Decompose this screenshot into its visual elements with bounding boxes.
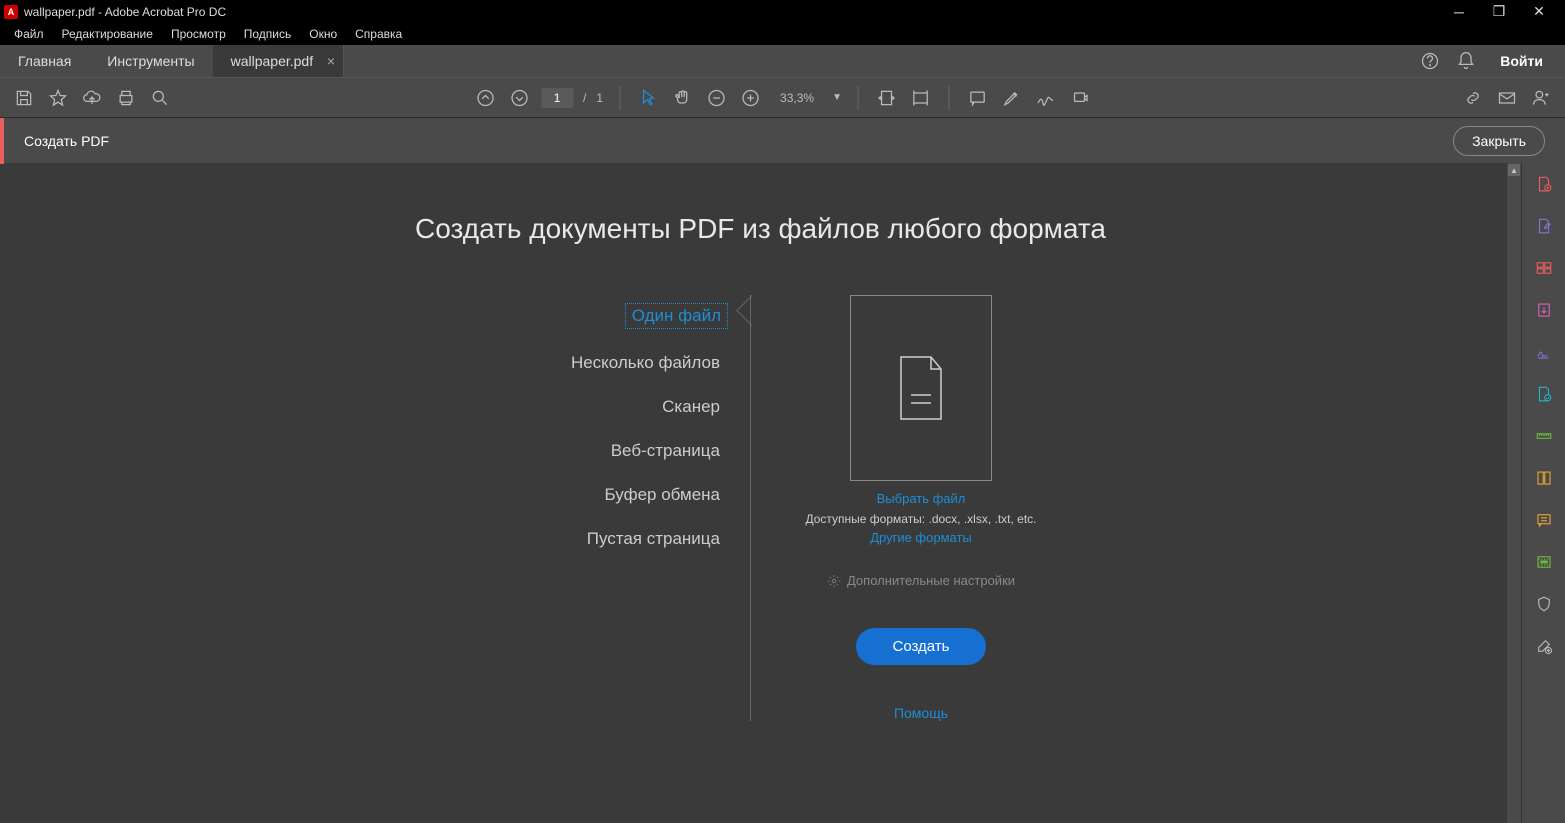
- signin-button[interactable]: Войти: [1492, 53, 1551, 69]
- cloud-icon[interactable]: [80, 86, 104, 110]
- source-webpage[interactable]: Веб-страница: [611, 441, 720, 461]
- toolbar: / 1 ▼: [0, 77, 1565, 117]
- fit-page-icon[interactable]: [909, 86, 933, 110]
- divider: [750, 295, 751, 721]
- create-pdf-panel: Создать документы PDF из файлов любого ф…: [0, 163, 1521, 721]
- zoom-dropdown-icon[interactable]: ▼: [832, 92, 842, 103]
- separator: [619, 86, 620, 110]
- redact-tool-icon[interactable]: [1533, 551, 1555, 573]
- page-down-icon[interactable]: [507, 86, 531, 110]
- preview-column: Выбрать файл Доступные форматы: .docx, .…: [781, 295, 1061, 721]
- edit-pdf-tool-icon[interactable]: [1533, 215, 1555, 237]
- pointer-icon[interactable]: [636, 86, 660, 110]
- email-icon[interactable]: [1495, 86, 1519, 110]
- menu-view[interactable]: Просмотр: [163, 25, 234, 43]
- star-icon[interactable]: [46, 86, 70, 110]
- protect-tool-icon[interactable]: [1533, 593, 1555, 615]
- tab-home[interactable]: Главная: [0, 45, 89, 77]
- save-icon[interactable]: [12, 86, 36, 110]
- search-icon[interactable]: [148, 86, 172, 110]
- scroll-up-icon[interactable]: ▲: [1508, 164, 1520, 176]
- tab-document-label: wallpaper.pdf: [231, 53, 314, 69]
- source-scanner[interactable]: Сканер: [662, 397, 720, 417]
- advanced-settings-label: Дополнительные настройки: [847, 573, 1015, 588]
- available-formats: Доступные форматы: .docx, .xlsx, .txt, e…: [805, 512, 1036, 526]
- fill-sign-tool-icon[interactable]: [1533, 341, 1555, 363]
- accent-bar: [0, 118, 4, 164]
- main-area: Создать документы PDF из файлов любого ф…: [0, 163, 1565, 823]
- page-number-input[interactable]: [541, 88, 573, 108]
- subheader: Создать PDF Закрыть: [0, 117, 1565, 163]
- request-sign-tool-icon[interactable]: [1533, 383, 1555, 405]
- maximize-button[interactable]: ❐: [1489, 2, 1509, 22]
- subheader-title: Создать PDF: [24, 133, 109, 149]
- menu-window[interactable]: Окно: [301, 25, 345, 43]
- right-tools-rail: [1521, 163, 1565, 823]
- menu-sign[interactable]: Подпись: [236, 25, 300, 43]
- measure-tool-icon[interactable]: [1533, 425, 1555, 447]
- bell-icon[interactable]: [1456, 51, 1476, 71]
- title-bar: A wallpaper.pdf - Adobe Acrobat Pro DC ─…: [0, 0, 1565, 23]
- source-list: Один файл Несколько файлов Сканер Веб-ст…: [460, 295, 720, 721]
- menu-file[interactable]: Файл: [6, 25, 52, 43]
- link-icon[interactable]: [1461, 86, 1485, 110]
- stamp-icon[interactable]: [1068, 86, 1092, 110]
- compare-tool-icon[interactable]: [1533, 467, 1555, 489]
- app-icon: A: [4, 5, 18, 19]
- menu-edit[interactable]: Редактирование: [54, 25, 161, 43]
- close-panel-button[interactable]: Закрыть: [1453, 126, 1545, 156]
- window-title: wallpaper.pdf - Adobe Acrobat Pro DC: [24, 5, 226, 19]
- minimize-button[interactable]: ─: [1449, 2, 1469, 22]
- create-button[interactable]: Создать: [856, 628, 985, 665]
- menu-bar: Файл Редактирование Просмотр Подпись Окн…: [0, 23, 1565, 45]
- source-blank[interactable]: Пустая страница: [587, 529, 720, 549]
- scrollbar[interactable]: ▲: [1507, 163, 1521, 823]
- gear-icon: [827, 574, 841, 588]
- select-file-link[interactable]: Выбрать файл: [877, 491, 966, 506]
- tab-close-icon[interactable]: ×: [327, 53, 335, 69]
- source-clipboard[interactable]: Буфер обмена: [604, 485, 720, 505]
- more-formats-link[interactable]: Другие форматы: [870, 530, 972, 545]
- organize-tool-icon[interactable]: [1533, 257, 1555, 279]
- tab-document[interactable]: wallpaper.pdf ×: [213, 45, 345, 77]
- help-icon[interactable]: [1420, 51, 1440, 71]
- help-link[interactable]: Помощь: [894, 705, 948, 721]
- user-icon[interactable]: [1529, 86, 1553, 110]
- page-sep: /: [583, 91, 586, 105]
- zoom-in-icon[interactable]: [738, 86, 762, 110]
- panel-title: Создать документы PDF из файлов любого ф…: [415, 213, 1106, 245]
- page-up-icon[interactable]: [473, 86, 497, 110]
- page-total: 1: [596, 91, 603, 105]
- hand-icon[interactable]: [670, 86, 694, 110]
- close-window-button[interactable]: ✕: [1529, 2, 1549, 22]
- export-tool-icon[interactable]: [1533, 299, 1555, 321]
- comment-icon[interactable]: [966, 86, 990, 110]
- fit-width-icon[interactable]: [875, 86, 899, 110]
- tabs-bar: Главная Инструменты wallpaper.pdf × Войт…: [0, 45, 1565, 77]
- source-single-file[interactable]: Один файл: [625, 303, 728, 329]
- menu-help[interactable]: Справка: [347, 25, 410, 43]
- note-tool-icon[interactable]: [1533, 509, 1555, 531]
- separator: [858, 86, 859, 110]
- highlight-icon[interactable]: [1000, 86, 1024, 110]
- sign-icon[interactable]: [1034, 86, 1058, 110]
- create-pdf-tool-icon[interactable]: [1533, 173, 1555, 195]
- file-icon: [893, 353, 949, 423]
- advanced-settings[interactable]: Дополнительные настройки: [827, 573, 1015, 588]
- separator: [949, 86, 950, 110]
- zoom-out-icon[interactable]: [704, 86, 728, 110]
- more-tools-icon[interactable]: [1533, 635, 1555, 657]
- content-area: Создать документы PDF из файлов любого ф…: [0, 163, 1521, 823]
- file-drop-zone[interactable]: [850, 295, 992, 481]
- print-icon[interactable]: [114, 86, 138, 110]
- zoom-input[interactable]: [772, 91, 822, 105]
- source-multiple-files[interactable]: Несколько файлов: [571, 353, 720, 373]
- tab-tools[interactable]: Инструменты: [89, 45, 212, 77]
